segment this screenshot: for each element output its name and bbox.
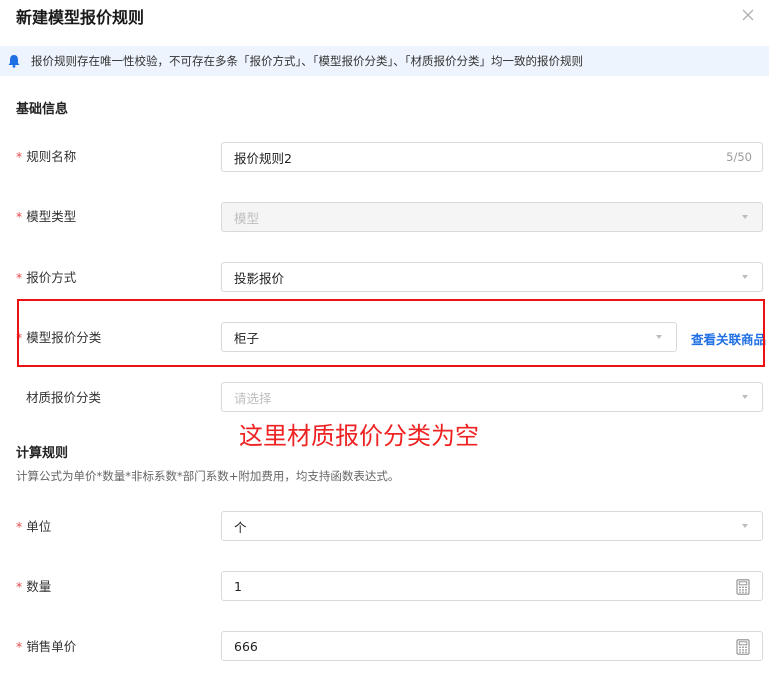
quote-method-label: * 报价方式 bbox=[16, 270, 77, 285]
calculator-icon[interactable] bbox=[736, 579, 750, 595]
bell-icon bbox=[8, 55, 20, 68]
chevron-down-icon bbox=[742, 395, 748, 399]
rule-name-label: * 规则名称 bbox=[16, 149, 77, 164]
unit-label: * 单位 bbox=[16, 519, 52, 534]
section-calc-rules: 计算规则 bbox=[16, 446, 69, 461]
chevron-down-icon bbox=[742, 275, 748, 279]
calculator-icon[interactable] bbox=[736, 639, 750, 655]
chevron-down-icon bbox=[742, 215, 748, 219]
quote-method-select[interactable]: 投影报价 bbox=[221, 262, 763, 292]
section-basic-info: 基础信息 bbox=[16, 102, 69, 117]
quantity-input[interactable]: 1 bbox=[221, 571, 763, 601]
char-count: 5/50 bbox=[726, 150, 752, 164]
material-category-select[interactable]: 请选择 bbox=[221, 382, 763, 412]
sale-price-input[interactable]: 666 bbox=[221, 631, 763, 661]
model-type-select[interactable]: 模型 bbox=[221, 202, 763, 232]
highlight-box bbox=[17, 299, 765, 367]
required-mark: * bbox=[16, 639, 23, 654]
rule-name-input[interactable]: 报价规则2 5/50 bbox=[221, 142, 763, 172]
required-mark: * bbox=[16, 579, 23, 594]
unit-select[interactable]: 个 bbox=[221, 511, 763, 541]
required-mark: * bbox=[16, 149, 23, 164]
uniqueness-notice: 报价规则存在唯一性校验，不可存在多条「报价方式」、「模型报价分类」、「材质报价分… bbox=[0, 46, 769, 76]
annotation-text: 这里材质报价分类为空 bbox=[239, 422, 479, 450]
material-category-label: 材质报价分类 bbox=[26, 390, 102, 405]
required-mark: * bbox=[16, 519, 23, 534]
quantity-label: * 数量 bbox=[16, 579, 52, 594]
dialog-title: 新建模型报价规则 bbox=[16, 8, 145, 27]
chevron-down-icon bbox=[742, 524, 748, 528]
calc-description: 计算公式为单价*数量*非标系数*部门系数+附加费用，均支持函数表达式。 bbox=[16, 469, 400, 483]
notice-text: 报价规则存在唯一性校验，不可存在多条「报价方式」、「模型报价分类」、「材质报价分… bbox=[31, 54, 583, 68]
required-mark: * bbox=[16, 209, 23, 224]
close-icon[interactable] bbox=[741, 8, 755, 22]
sale-price-label: * 销售单价 bbox=[16, 639, 77, 654]
required-mark: * bbox=[16, 270, 23, 285]
model-type-label: * 模型类型 bbox=[16, 209, 77, 224]
